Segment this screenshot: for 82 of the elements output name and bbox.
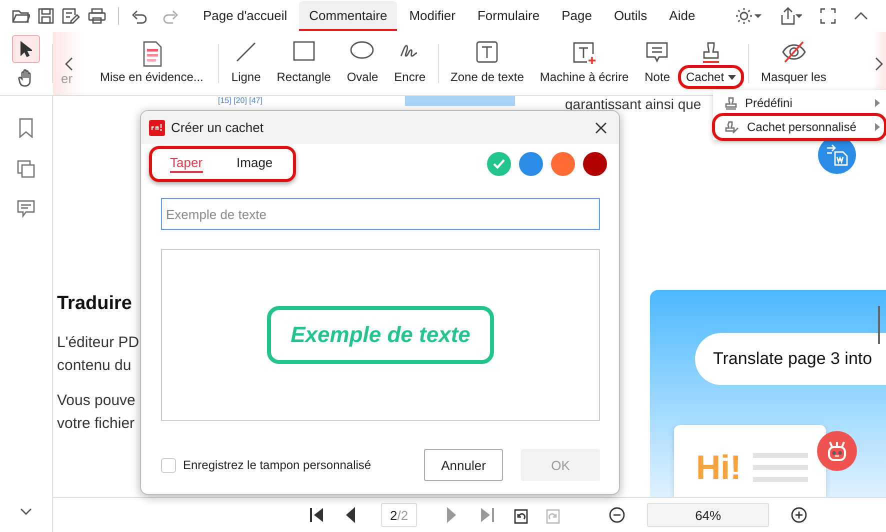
menu-tab[interactable]: Formulaire: [467, 1, 550, 31]
collapse-icon[interactable]: [854, 11, 868, 21]
chevron-left-icon[interactable]: [65, 56, 73, 70]
menu-item[interactable]: Cachet personnalisé: [715, 116, 884, 138]
color-swatch[interactable]: [551, 152, 575, 176]
toolbar-button[interactable]: Mise en évidence...: [85, 32, 214, 95]
chevron-right-icon[interactable]: [875, 56, 883, 70]
toolbar-button[interactable]: Encre: [386, 32, 434, 95]
toolbar-label: er: [61, 71, 73, 86]
save-edit-icon[interactable]: [62, 8, 80, 24]
next-page-icon[interactable]: [447, 507, 458, 523]
stamp-edit-icon: [725, 120, 739, 134]
toolbar-button[interactable]: Masquer les: [753, 32, 834, 95]
text-box-icon: [475, 40, 500, 64]
color-swatch[interactable]: [519, 152, 543, 176]
stamp-text-field[interactable]: Exemple de texte: [161, 198, 600, 230]
menu-tab[interactable]: Page: [552, 1, 602, 31]
text-add-icon: [571, 40, 598, 66]
stamp-icon: [725, 96, 737, 110]
toolbar-button[interactable]: Machine à écrire: [532, 32, 637, 95]
printer-icon[interactable]: [88, 8, 106, 24]
menu-tab[interactable]: Aide: [659, 1, 706, 31]
color-swatch[interactable]: [487, 152, 511, 176]
zoom-out-icon[interactable]: [609, 507, 626, 523]
submenu-arrow-icon: [875, 99, 880, 107]
greeting-text: Hi!: [696, 451, 742, 489]
checkmark-icon: [493, 159, 505, 169]
submenu-arrow-icon: [875, 123, 880, 131]
stamp-dropdown-button[interactable]: Cachet: [678, 32, 744, 95]
chevron-down-icon[interactable]: [20, 508, 32, 516]
menu-tab[interactable]: Page d'accueil: [193, 1, 298, 31]
toolbar-button[interactable]: Ligne: [223, 32, 269, 95]
stamp-preview: Exemple de texte: [266, 306, 494, 364]
scrollbar-thumb: [878, 306, 880, 344]
dialog-title: Créer un cachet: [171, 120, 264, 135]
folder-icon[interactable]: [12, 8, 30, 24]
note-icon: [645, 40, 670, 64]
previous-page-icon[interactable]: [345, 507, 355, 523]
prompt-bubble: Translate page 3 into: [695, 333, 886, 385]
caret-down-icon: [728, 74, 736, 80]
body-text: garantissant ainsi que: [565, 96, 702, 112]
rectangle-icon: [292, 40, 316, 62]
page-number-field[interactable]: 2/2: [381, 503, 418, 527]
paragraph: Vous pouve votre fichier: [57, 391, 136, 434]
checkbox[interactable]: [161, 458, 176, 472]
fullscreen-icon[interactable]: [820, 8, 836, 24]
share-icon[interactable]: [780, 7, 802, 25]
dialog-tab[interactable]: Taper: [170, 155, 203, 173]
menu-tab[interactable]: Modifier: [399, 1, 466, 31]
undo-icon[interactable]: [131, 8, 147, 24]
toolbar-button[interactable]: Zone de texte: [442, 32, 532, 95]
menu-tab[interactable]: Outils: [604, 1, 658, 31]
oval-icon: [349, 40, 376, 60]
toolbar-button[interactable]: Note: [636, 32, 678, 95]
line-icon: [234, 40, 258, 64]
menu-tab[interactable]: Commentaire: [299, 1, 398, 31]
section-heading: Traduire: [57, 292, 133, 315]
zoom-field[interactable]: 64%: [647, 503, 770, 527]
comment-icon[interactable]: [17, 200, 35, 218]
menu-item[interactable]: Prédéfini: [715, 92, 884, 114]
select-tool-button[interactable]: [12, 35, 40, 64]
checkbox-label: Enregistrez le tampon personnalisé: [183, 458, 372, 472]
paragraph: L'éditeur PD contenu du: [57, 333, 140, 376]
close-icon: [595, 122, 607, 134]
last-page-icon[interactable]: [479, 507, 496, 523]
color-swatch[interactable]: [583, 152, 607, 176]
pages-icon[interactable]: [17, 160, 35, 178]
first-page-icon[interactable]: [309, 507, 325, 523]
eye-slash-icon: [780, 40, 807, 64]
toolbar-button[interactable]: Ovale: [338, 32, 386, 95]
sun-dropdown-icon[interactable]: [736, 8, 762, 24]
toolbar-button[interactable]: Rectangle: [268, 32, 339, 95]
save-icon[interactable]: [38, 8, 54, 24]
bookmark-icon[interactable]: [18, 118, 34, 138]
cursor-icon: [20, 41, 32, 58]
dialog-tab[interactable]: Image: [236, 155, 273, 173]
robot-icon: [826, 440, 848, 462]
dialog-button[interactable]: Annuler: [424, 449, 503, 481]
app-logo-icon: [149, 120, 165, 136]
zoom-in-icon[interactable]: [791, 507, 808, 523]
convert-document-icon: [826, 144, 848, 166]
citation-link[interactable]: [15] [20] [47]: [218, 96, 262, 105]
